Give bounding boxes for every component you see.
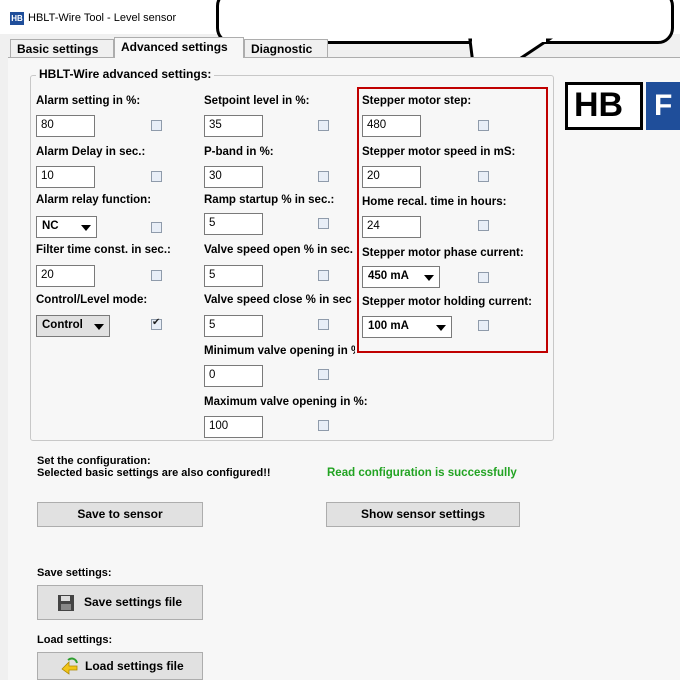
ramp-startup-label: Ramp startup % in sec.: [204,194,335,206]
brand-logo-part: F [646,82,680,130]
pband-label: P-band in %: [204,146,274,158]
valve-min-input[interactable]: 0 [204,365,263,387]
config-heading: Set the configuration: [37,455,151,467]
valve-open-label: Valve speed open % in sec. [204,244,353,256]
ramp-startup-input[interactable]: 5 [204,213,263,235]
show-sensor-settings-button[interactable]: Show sensor settings [326,502,520,527]
filter-time-label: Filter time const. in sec.: [36,244,171,256]
mode-label: Control/Level mode: [36,294,148,306]
save-settings-file-label: Save settings file [84,595,183,609]
valve-open-input[interactable]: 5 [204,265,263,287]
save-to-sensor-button[interactable]: Save to sensor [37,502,203,527]
valve-close-label: Valve speed close % in sec [204,294,352,306]
load-settings-file-button[interactable]: Load settings file [37,652,203,680]
chevron-down-icon [81,225,91,231]
mode-combo[interactable]: Control [36,315,110,337]
pband-input[interactable]: 30 [204,166,263,188]
load-arrows-icon [61,657,78,675]
valve-close-checkbox[interactable] [318,319,329,330]
config-note: Selected basic settings are also configu… [37,467,271,479]
tabstrip-divider [8,57,680,58]
callout-bubble [216,0,674,44]
filter-time-checkbox[interactable] [151,270,162,281]
highlight-box [357,87,548,353]
alarm-delay-input[interactable]: 10 [36,166,95,188]
alarm-delay-checkbox[interactable] [151,171,162,182]
alarm-setting-label: Alarm setting in %: [36,95,141,107]
pband-checkbox[interactable] [318,171,329,182]
setpoint-checkbox[interactable] [318,120,329,131]
filter-time-input[interactable]: 20 [36,265,95,287]
tab-diagnostic[interactable]: Diagnostic [244,39,328,57]
alarm-relay-checkbox[interactable] [151,222,162,233]
brand-logo: HB [565,82,643,130]
window-title: HBLT-Wire Tool - Level sensor [28,12,177,24]
setpoint-input[interactable]: 35 [204,115,263,137]
tab-advanced-settings[interactable]: Advanced settings [114,37,244,58]
load-settings-heading: Load settings: [37,634,113,646]
valve-min-label: Minimum valve opening in % [204,345,356,357]
valve-max-label: Maximum valve opening in %: [204,396,368,408]
valve-min-checkbox[interactable] [318,369,329,380]
read-status-text: Read configuration is successfully [327,467,517,479]
save-settings-file-button[interactable]: Save settings file [37,585,203,620]
alarm-setting-checkbox[interactable] [151,120,162,131]
alarm-setting-input[interactable]: 80 [36,115,95,137]
ramp-startup-checkbox[interactable] [318,218,329,229]
alarm-relay-label: Alarm relay function: [36,194,152,206]
setpoint-label: Setpoint level in %: [204,95,310,107]
mode-value: Control [42,319,83,331]
app-icon: HB [10,12,24,25]
tab-basic-settings[interactable]: Basic settings [10,39,114,57]
alarm-relay-value: NC [42,220,59,232]
save-settings-heading: Save settings: [37,567,112,579]
load-settings-file-label: Load settings file [85,659,184,673]
alarm-delay-label: Alarm Delay in sec.: [36,146,146,158]
valve-open-checkbox[interactable] [318,270,329,281]
valve-max-checkbox[interactable] [318,420,329,431]
valve-close-input[interactable]: 5 [204,315,263,337]
valve-max-input[interactable]: 100 [204,416,263,438]
chevron-down-icon [94,324,104,330]
group-title: HBLT-Wire advanced settings: [36,67,215,81]
mode-checkbox[interactable] [151,317,162,330]
alarm-relay-combo[interactable]: NC [36,216,97,238]
floppy-disk-icon [58,595,74,611]
